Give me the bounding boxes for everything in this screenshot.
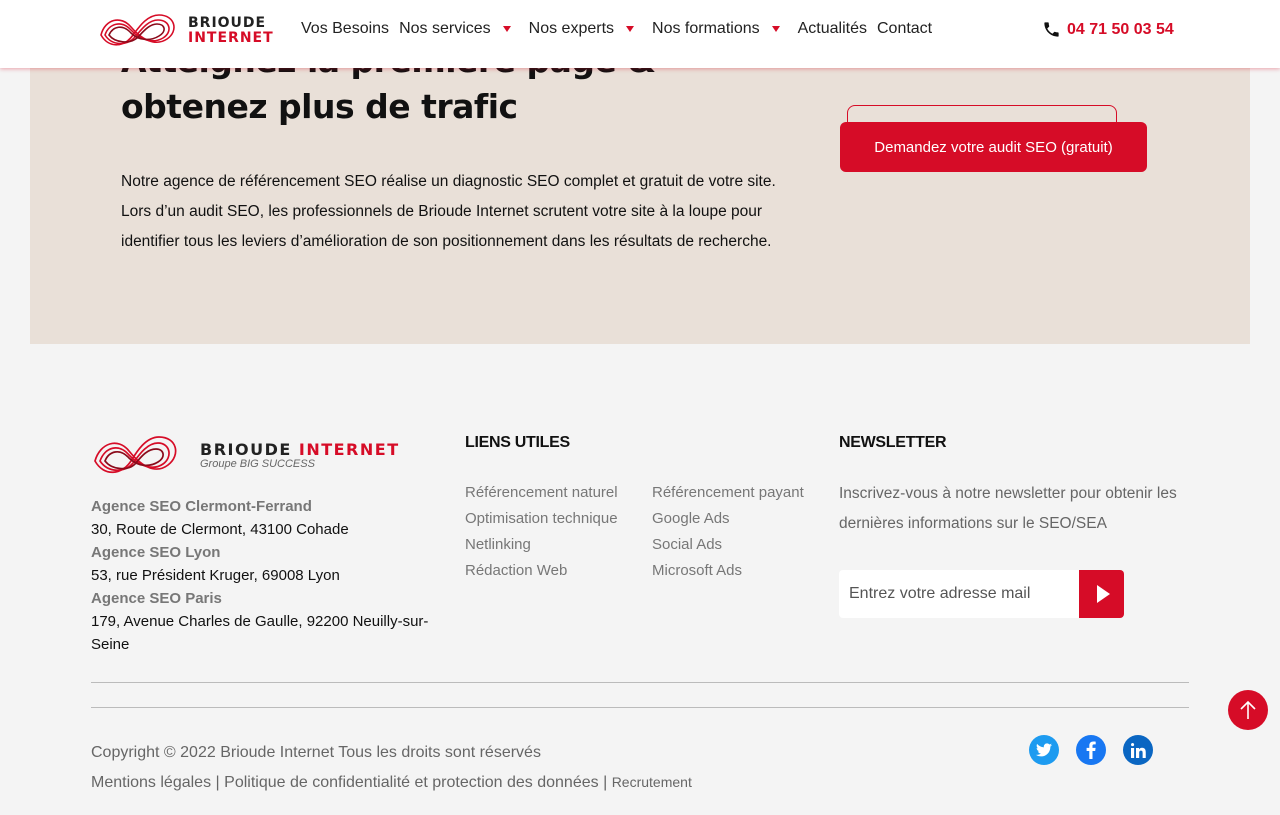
newsletter-email-input[interactable] [839,570,1079,618]
hero-description-line: Notre agence de référencement SEO réalis… [121,173,776,190]
twitter-icon[interactable] [1029,735,1059,765]
useful-links-col-1: Référencement naturel Optimisation techn… [465,480,618,584]
footer-link[interactable]: Netlinking [465,532,618,558]
copyright-text: Copyright © 2022 Brioude Internet Tous l… [91,744,541,761]
footer-link[interactable]: Rédaction Web [465,558,618,584]
useful-links-col-2: Référencement payant Google Ads Social A… [652,480,804,584]
footer-link[interactable]: Optimisation technique [465,506,618,532]
caret-down-icon [771,26,780,32]
phone-number: 04 71 50 03 54 [1067,20,1174,38]
footer-divider [91,707,1189,708]
separator: | [215,774,220,791]
footer-divider [91,682,1189,683]
agency-city: Agence SEO Clermont-Ferrand [91,498,312,515]
site-logo[interactable]: BRIOUDE INTERNET [95,9,275,53]
footer-link[interactable]: Référencement naturel [465,480,618,506]
recruitment-link[interactable]: Recrutement [612,774,692,790]
phone-icon [1044,22,1059,37]
arrow-up-icon [1240,700,1256,719]
nav-item-actualites[interactable]: Actualités [798,20,867,38]
legal-links: Mentions légales | Politique de confiden… [91,774,692,792]
logo-swirl-icon [100,14,175,46]
caret-down-icon [626,26,635,32]
phone-link[interactable]: 04 71 50 03 54 [1042,20,1174,39]
agency-city: Agence SEO Lyon [91,544,221,561]
legal-notice-link[interactable]: Mentions légales [91,774,211,791]
main-nav: Vos Besoins Nos services Nos experts Nos… [301,18,942,40]
footer-link[interactable]: Référencement payant [652,480,804,506]
nav-item-nos-experts[interactable]: Nos experts [529,20,642,38]
footer-logo[interactable]: BRIOUDE INTERNET Groupe BIG SUCCESS [91,431,398,481]
agency-address: 179, Avenue Charles de Gaulle, 92200 Neu… [91,613,429,653]
caret-down-icon [502,26,511,32]
agency-address: 30, Route de Clermont, 43100 Cohade [91,521,349,538]
footer-link[interactable]: Microsoft Ads [652,558,804,584]
logo-word-internet: INTERNET [298,440,400,459]
footer-link[interactable]: Google Ads [652,506,804,532]
newsletter-title: NEWSLETTER [839,434,947,451]
agency-city: Agence SEO Paris [91,590,222,607]
agency-addresses: Agence SEO Clermont-Ferrand 30, Route de… [91,495,436,656]
footer-link[interactable]: Social Ads [652,532,804,558]
separator: | [603,774,608,791]
agency-address: 53, rue Président Kruger, 69008 Lyon [91,567,340,584]
newsletter-submit-button[interactable] [1079,570,1124,618]
logo-word-brioude: BRIOUDE [200,440,292,459]
nav-item-nos-formations[interactable]: Nos formations [652,20,788,38]
nav-item-vos-besoins[interactable]: Vos Besoins [301,20,389,38]
hero-description: Notre agence de référencement SEO réalis… [121,167,801,257]
footer-logo-wordmark: BRIOUDE INTERNET [200,440,400,459]
logo-wordmark: BRIOUDE INTERNET [188,16,274,46]
privacy-policy-link[interactable]: Politique de confidentialité et protecti… [224,774,598,791]
logo-swirl-icon [94,436,177,474]
logo-word-brioude: BRIOUDE [188,15,267,31]
facebook-icon[interactable] [1076,735,1106,765]
nav-item-contact[interactable]: Contact [877,20,932,38]
scroll-to-top-button[interactable] [1228,690,1268,730]
hero-description-line: identifier tous les leviers d’améliorati… [121,233,772,250]
site-header: BRIOUDE INTERNET Vos Besoins Nos service… [0,0,1280,68]
logo-word-internet: INTERNET [188,30,274,46]
useful-links-title: LIENS UTILES [465,434,570,451]
footer-logo-tagline: Groupe BIG SUCCESS [200,458,315,470]
nav-item-nos-services[interactable]: Nos services [399,20,519,38]
play-arrow-icon [1096,585,1110,603]
hero-description-line: Lors d’un audit SEO, les professionnels … [121,203,763,220]
linkedin-icon[interactable] [1123,735,1153,765]
seo-audit-button[interactable]: Demandez votre audit SEO (gratuit) [840,122,1147,172]
newsletter-description: Inscrivez-vous à notre newsletter pour o… [839,485,1177,532]
